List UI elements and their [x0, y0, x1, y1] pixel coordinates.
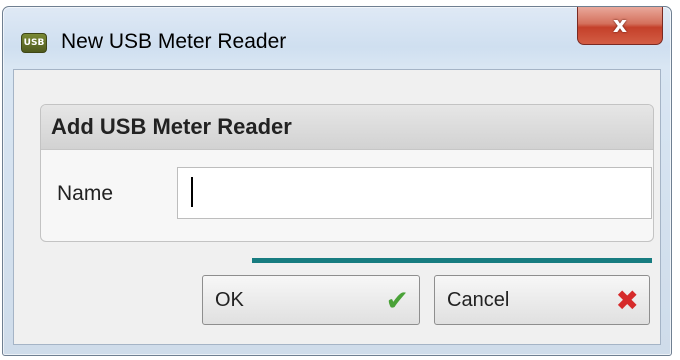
add-reader-group: Add USB Meter Reader Name — [40, 104, 654, 242]
close-button[interactable]: x — [577, 7, 663, 45]
cancel-button-label: Cancel — [447, 288, 510, 311]
dialog-window: USB New USB Meter Reader x Add USB Meter… — [2, 6, 672, 356]
text-caret — [191, 177, 193, 207]
usb-app-icon: USB — [21, 33, 47, 53]
cancel-button[interactable]: Cancel ✖ — [434, 275, 650, 325]
close-icon: x — [612, 13, 628, 38]
progress-fill — [252, 258, 652, 263]
name-label: Name — [57, 182, 114, 205]
ok-button[interactable]: OK ✔ — [202, 275, 420, 325]
check-icon: ✔ — [385, 283, 409, 317]
ok-button-label: OK — [215, 288, 244, 311]
progress-bar — [252, 258, 652, 263]
title-bar[interactable]: USB New USB Meter Reader x — [3, 7, 671, 71]
x-icon: ✖ — [615, 283, 639, 317]
name-input[interactable] — [177, 167, 652, 219]
group-header: Add USB Meter Reader — [41, 105, 653, 150]
window-title: New USB Meter Reader — [61, 30, 287, 53]
group-title: Add USB Meter Reader — [51, 114, 292, 139]
dialog-body: Add USB Meter Reader Name OK ✔ Cancel ✖ — [13, 69, 661, 345]
